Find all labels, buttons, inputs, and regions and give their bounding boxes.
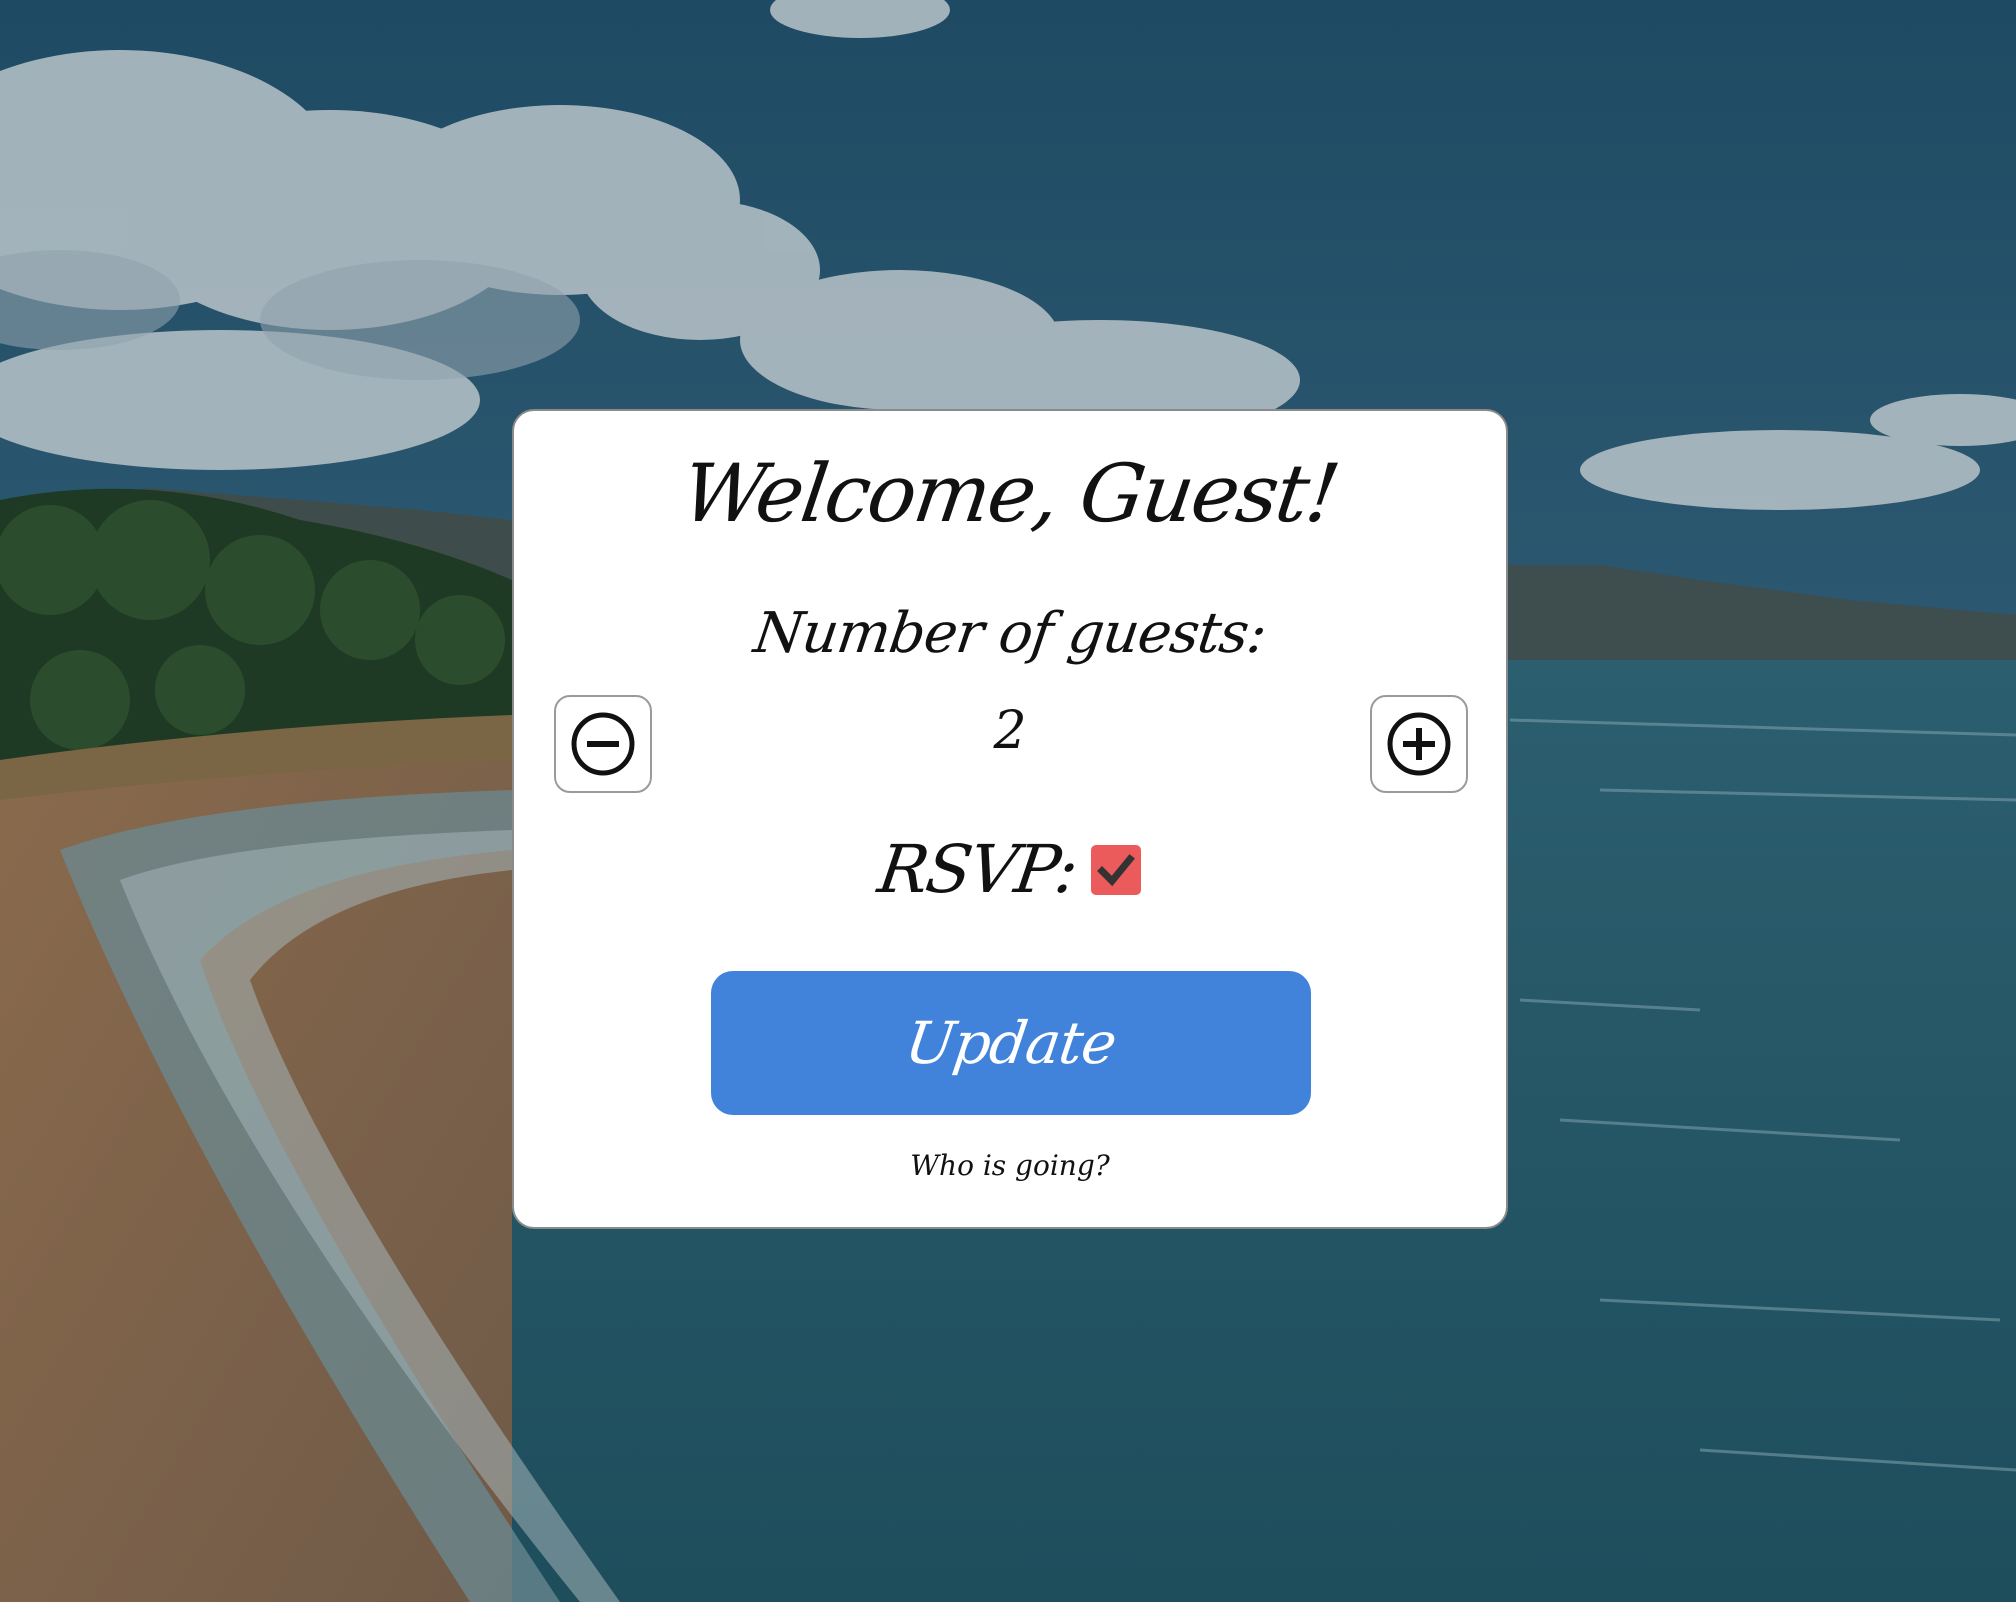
plus-circle-icon — [1387, 712, 1451, 776]
guest-count-value: 2 — [993, 701, 1027, 761]
guests-label: Number of guests: — [749, 601, 1271, 666]
update-button[interactable]: Update — [711, 971, 1311, 1115]
rsvp-checkbox[interactable] — [1091, 844, 1142, 895]
rsvp-row: RSVP: — [514, 831, 1506, 908]
page-title: Welcome, Guest! — [676, 447, 1344, 540]
rsvp-card: Welcome, Guest! Number of guests: 2 RSVP… — [512, 409, 1508, 1229]
checkmark-icon — [1097, 853, 1136, 886]
who-is-going-link[interactable]: Who is going? — [514, 1149, 1506, 1182]
increment-guests-button[interactable] — [1370, 695, 1468, 793]
update-button-label: Update — [901, 1009, 1121, 1077]
rsvp-label: RSVP: — [873, 831, 1081, 908]
